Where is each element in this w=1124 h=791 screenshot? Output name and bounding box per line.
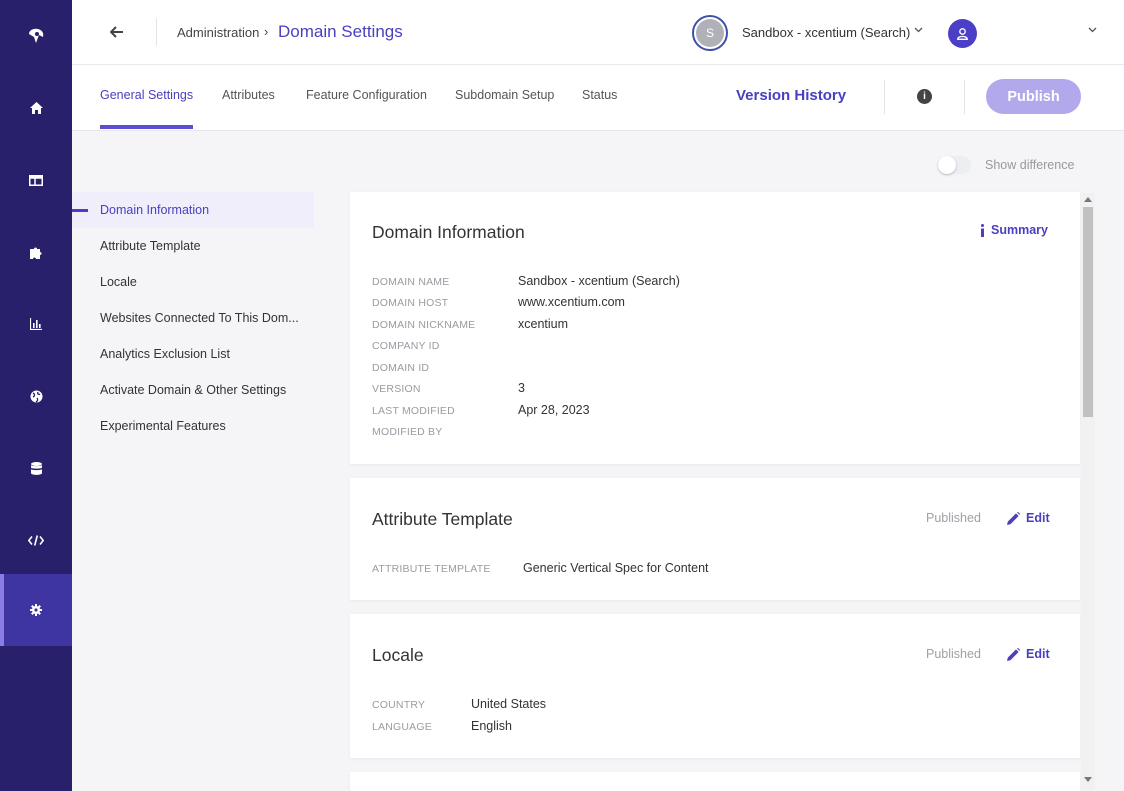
- info-icon[interactable]: i: [917, 89, 932, 104]
- field-key: COMPANY ID: [372, 340, 440, 352]
- publish-button[interactable]: Publish: [986, 79, 1081, 114]
- home-icon: [29, 102, 43, 114]
- logo-icon: [29, 28, 44, 43]
- nav-data[interactable]: [0, 432, 72, 504]
- edit-label: Edit: [1026, 511, 1050, 525]
- main-nav-rail: [0, 0, 72, 791]
- field-key: LAST MODIFIED: [372, 405, 455, 417]
- settings-tabbar: General Settings Attributes Feature Conf…: [72, 65, 1124, 131]
- top-header: Administration › Domain Settings S Sandb…: [72, 0, 1124, 65]
- domain-information-card: Domain Information Summary DOMAIN NAME S…: [350, 192, 1080, 464]
- back-button[interactable]: [104, 20, 128, 44]
- section-nav: Domain Information Attribute Template Lo…: [72, 192, 314, 444]
- database-icon: [30, 461, 42, 475]
- field-key: MODIFIED BY: [372, 426, 443, 438]
- websites-connected-card: [350, 772, 1080, 791]
- field-value: xcentium: [518, 317, 569, 331]
- field-value: English: [471, 719, 512, 733]
- field-value: www.xcentium.com: [518, 295, 625, 309]
- gear-icon: [30, 604, 42, 616]
- content-scrollbar[interactable]: [1081, 193, 1095, 790]
- version-history-link[interactable]: Version History: [736, 87, 846, 104]
- chevron-down-icon[interactable]: [914, 27, 923, 33]
- section-nav-experimental-features[interactable]: Experimental Features: [72, 408, 314, 444]
- user-avatar[interactable]: [948, 19, 977, 48]
- globe-icon: [30, 390, 42, 403]
- section-nav-attribute-template[interactable]: Attribute Template: [72, 228, 314, 264]
- field-value: 3: [518, 381, 525, 395]
- arrow-left-icon: [109, 26, 123, 38]
- nav-developer[interactable]: [0, 504, 72, 576]
- header-divider: [156, 18, 157, 46]
- tabbar-divider: [884, 80, 885, 114]
- breadcrumb-separator: ›: [264, 24, 269, 39]
- show-difference-label: Show difference: [985, 158, 1075, 172]
- pencil-icon: [1007, 511, 1020, 525]
- status-badge: Published: [926, 511, 981, 525]
- active-tab-indicator: [100, 125, 193, 129]
- tab-feature-configuration[interactable]: Feature Configuration: [306, 88, 427, 102]
- status-badge: Published: [926, 647, 981, 661]
- breadcrumb-parent[interactable]: Administration: [177, 25, 259, 40]
- site-avatar[interactable]: S: [692, 15, 728, 51]
- field-value: Generic Vertical Spec for Content: [523, 561, 709, 575]
- app-logo[interactable]: [0, 0, 72, 72]
- field-key: DOMAIN ID: [372, 362, 430, 374]
- user-menu-chevron-icon[interactable]: [1088, 27, 1097, 33]
- card-title: Locale: [372, 645, 424, 665]
- layout-icon: [29, 174, 43, 186]
- tab-status[interactable]: Status: [582, 88, 617, 102]
- site-selector[interactable]: Sandbox - xcentium (Search): [742, 25, 910, 40]
- page-title: Domain Settings: [278, 22, 403, 41]
- field-key: DOMAIN NICKNAME: [372, 319, 476, 331]
- field-key: VERSION: [372, 383, 421, 395]
- bar-chart-icon: [30, 318, 42, 330]
- site-initial: S: [696, 19, 724, 47]
- edit-label: Edit: [1026, 647, 1050, 661]
- nav-integrations[interactable]: [0, 216, 72, 288]
- field-value: United States: [471, 697, 547, 711]
- scroll-down-arrow-icon[interactable]: [1084, 777, 1092, 782]
- nav-layout[interactable]: [0, 144, 72, 216]
- tab-attributes[interactable]: Attributes: [222, 88, 275, 102]
- section-nav-domain-information[interactable]: Domain Information: [72, 192, 314, 228]
- field-key: LANGUAGE: [372, 721, 432, 733]
- section-nav-websites-connected[interactable]: Websites Connected To This Dom...: [72, 300, 314, 336]
- section-nav-locale[interactable]: Locale: [72, 264, 314, 300]
- toggle-knob: [938, 156, 956, 174]
- nav-analytics[interactable]: [0, 288, 72, 360]
- locale-card: Locale Published Edit COUNTRY United Sta…: [350, 614, 1080, 758]
- nav-settings[interactable]: [0, 574, 72, 646]
- scrollbar-thumb[interactable]: [1083, 207, 1093, 417]
- show-difference-toggle[interactable]: [938, 156, 971, 174]
- field-value: Apr 28, 2023: [518, 403, 590, 417]
- user-icon: [957, 27, 968, 40]
- info-i-icon: [981, 223, 984, 237]
- section-nav-activate-domain[interactable]: Activate Domain & Other Settings: [72, 372, 314, 408]
- field-key: ATTRIBUTE TEMPLATE: [372, 563, 491, 575]
- summary-label: Summary: [991, 223, 1048, 237]
- card-title: Domain Information: [372, 222, 525, 242]
- nav-web[interactable]: [0, 360, 72, 432]
- nav-home[interactable]: [0, 72, 72, 144]
- field-key: COUNTRY: [372, 699, 426, 711]
- summary-button[interactable]: Summary: [980, 223, 1048, 237]
- edit-button[interactable]: Edit: [1007, 647, 1050, 661]
- tab-general-settings[interactable]: General Settings: [100, 88, 193, 102]
- field-value: Sandbox - xcentium (Search): [518, 274, 680, 288]
- tab-subdomain-setup[interactable]: Subdomain Setup: [455, 88, 554, 102]
- field-key: DOMAIN HOST: [372, 297, 449, 309]
- tabbar-divider: [964, 80, 965, 114]
- edit-button[interactable]: Edit: [1007, 511, 1050, 525]
- attribute-template-card: Attribute Template Published Edit ATTRIB…: [350, 478, 1080, 600]
- code-icon: [28, 534, 44, 546]
- field-key: DOMAIN NAME: [372, 276, 450, 288]
- section-nav-analytics-exclusion[interactable]: Analytics Exclusion List: [72, 336, 314, 372]
- puzzle-icon: [29, 247, 41, 259]
- pencil-icon: [1007, 647, 1020, 661]
- card-title: Attribute Template: [372, 509, 513, 529]
- scroll-up-arrow-icon[interactable]: [1084, 197, 1092, 202]
